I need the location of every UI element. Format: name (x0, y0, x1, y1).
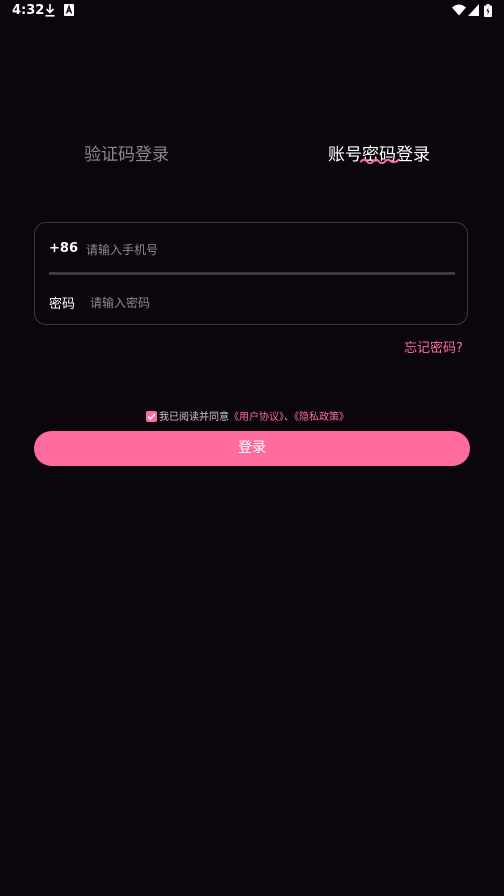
signal-icon (468, 4, 479, 16)
a-icon (64, 4, 74, 16)
status-time: 4:32 (12, 3, 45, 18)
field-divider (49, 272, 455, 275)
user-agreement-link[interactable]: 《用户协议》 (229, 412, 284, 423)
status-bar: 4:32 (0, 0, 504, 22)
forgot-password-link[interactable]: 忘记密码? (404, 337, 463, 356)
phone-input[interactable] (86, 240, 446, 260)
wifi-icon (452, 4, 466, 16)
country-code[interactable]: +86 (49, 241, 78, 256)
agreement-text: 我已阅读并同意 (159, 412, 229, 423)
battery-icon (484, 4, 492, 17)
login-button[interactable]: 登录 (34, 431, 470, 466)
privacy-policy-link[interactable]: 《隐私政策》 (294, 412, 349, 423)
agreement-separator: 、 (284, 412, 294, 423)
password-label: 密码 (49, 297, 76, 312)
password-input[interactable] (90, 293, 440, 313)
check-icon (147, 413, 156, 421)
active-tab-indicator (360, 158, 400, 164)
agreement-row: 我已阅读并同意《用户协议》、《隐私政策》 (146, 408, 349, 423)
login-form: +86 密码 (34, 222, 468, 325)
agreement-checkbox[interactable] (146, 411, 157, 422)
download-icon (45, 4, 55, 17)
tab-sms-login[interactable]: 验证码登录 (84, 140, 169, 165)
